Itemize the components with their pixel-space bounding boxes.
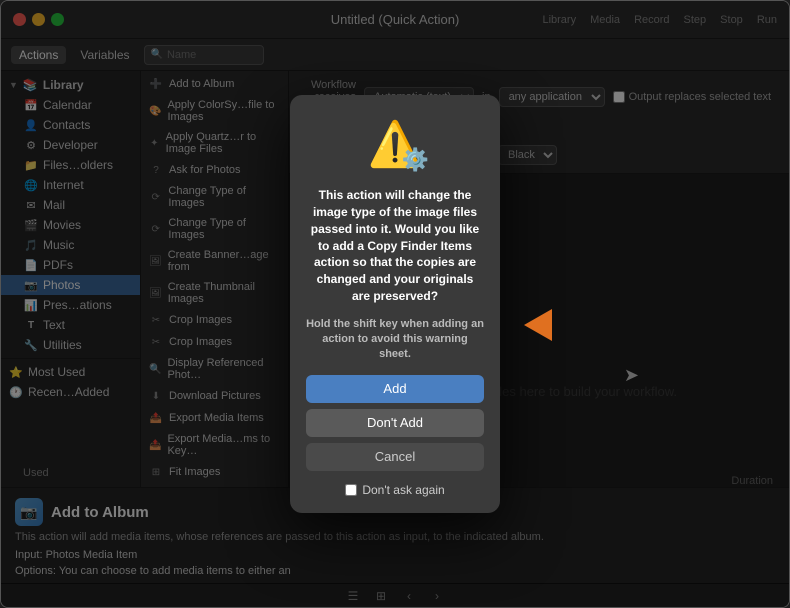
warning-dialog: ⚠️ ⚙️ This action will change the image … [290,95,500,513]
gear-badge-icon: ⚙️ [402,147,429,173]
arrow-shape [524,309,552,341]
dont-ask-label: Don't ask again [362,483,444,497]
dont-add-button[interactable]: Don't Add [306,409,484,437]
arrow-indicator [524,309,552,341]
cancel-button[interactable]: Cancel [306,443,484,471]
dialog-buttons: Add Don't Add Cancel [306,375,484,471]
dialog-title: This action will change the image type o… [306,187,484,305]
dont-ask-checkbox[interactable] [345,484,357,496]
add-button[interactable]: Add [306,375,484,403]
dialog-icon-area: ⚠️ ⚙️ [365,115,425,175]
app-window: Untitled (Quick Action) Library Media Re… [0,0,790,608]
dialog-hint: Hold the shift key when adding an action… [306,317,484,363]
dialog-container: ⚠️ ⚙️ This action will change the image … [290,95,500,513]
dialog-overlay: ⚠️ ⚙️ This action will change the image … [1,1,789,607]
dont-ask-area: Don't ask again [345,483,444,497]
